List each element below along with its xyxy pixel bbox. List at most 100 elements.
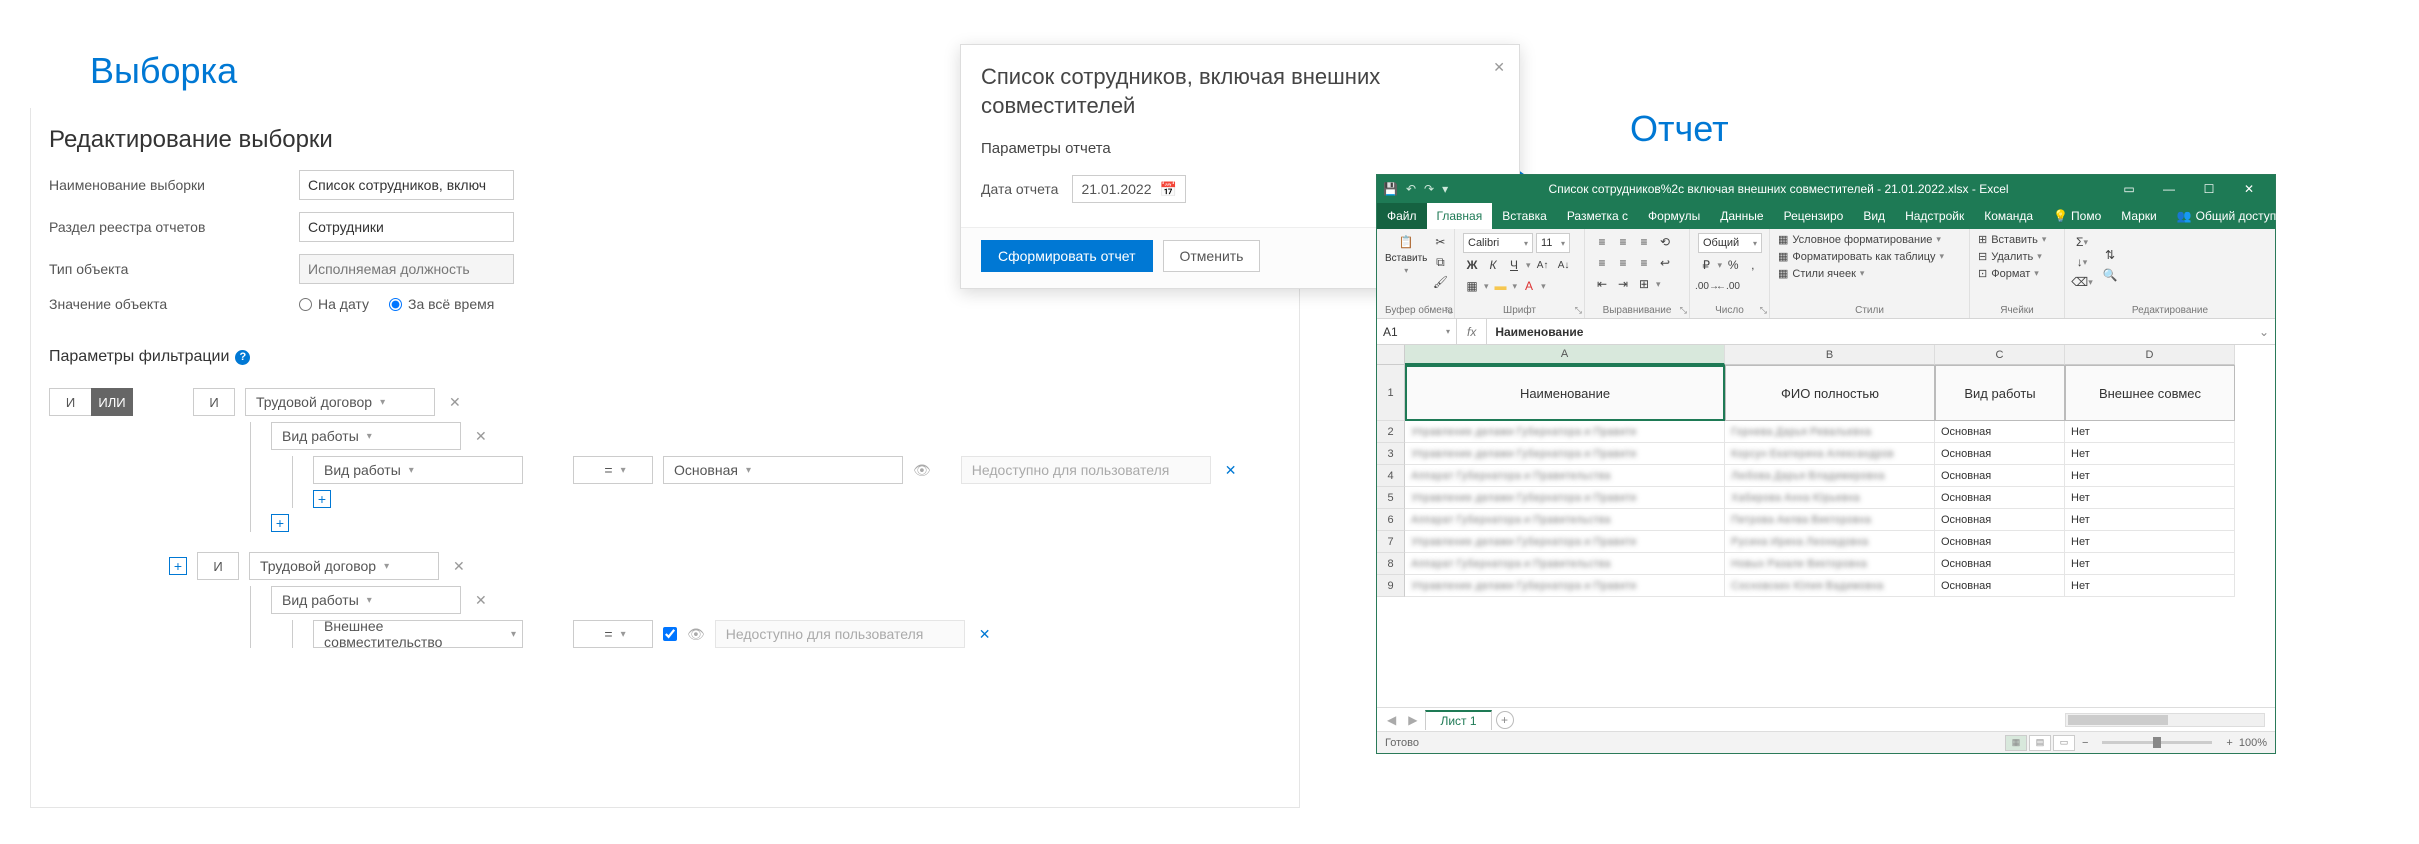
tab-insert[interactable]: Вставка bbox=[1492, 203, 1557, 229]
cell[interactable]: Основная bbox=[1935, 575, 2065, 597]
group1-and-button[interactable]: И bbox=[193, 388, 235, 416]
radio-all-time[interactable]: За всё время bbox=[389, 296, 494, 312]
g1-field1-dd[interactable]: Вид работы▾ bbox=[271, 422, 461, 450]
hdr-cell-ext[interactable]: Внешнее совмес bbox=[2065, 365, 2235, 421]
tab-share[interactable]: 👥Общий доступ bbox=[2167, 203, 2287, 229]
col-header-a[interactable]: A bbox=[1405, 345, 1725, 365]
font-size-dd[interactable]: 11▾ bbox=[1536, 233, 1570, 253]
cell[interactable]: Нет bbox=[2065, 443, 2235, 465]
align-top-icon[interactable]: ≡ bbox=[1593, 233, 1611, 251]
g1-add-field[interactable]: + bbox=[271, 514, 289, 532]
find-select-icon[interactable]: 🔍 bbox=[2101, 266, 2119, 284]
inc-dec-icon[interactable]: .00→ bbox=[1698, 277, 1716, 295]
name-box[interactable]: A1▾ bbox=[1377, 319, 1457, 344]
add-group[interactable]: + bbox=[169, 557, 187, 575]
format-painter-icon[interactable]: 🖌 bbox=[1431, 273, 1449, 291]
g2-cond-field-dd[interactable]: Внешнее совместительство▾ bbox=[313, 620, 523, 648]
col-header-b[interactable]: B bbox=[1725, 345, 1935, 365]
percent-icon[interactable]: % bbox=[1725, 256, 1741, 274]
g2-cond-checkbox[interactable] bbox=[663, 627, 677, 641]
radio-on-date[interactable]: На дату bbox=[299, 296, 369, 312]
zoom-in-button[interactable]: + bbox=[2220, 737, 2238, 749]
cell[interactable]: Петрова Аелва Викторовна bbox=[1725, 509, 1935, 531]
tab-addins[interactable]: Надстройк bbox=[1895, 203, 1974, 229]
autosum-icon[interactable]: Σ ▾ bbox=[2073, 233, 2091, 251]
col-header-d[interactable]: D bbox=[2065, 345, 2235, 365]
fx-icon[interactable]: fx bbox=[1457, 319, 1487, 344]
cell[interactable]: Управление делами Губернатора и Правите bbox=[1405, 421, 1725, 443]
minimize-icon[interactable]: — bbox=[2149, 175, 2189, 203]
cell[interactable]: Управление делами Губернатора и Правите bbox=[1405, 531, 1725, 553]
tab-home[interactable]: Главная bbox=[1427, 203, 1493, 229]
orientation-icon[interactable]: ⟲ bbox=[1656, 233, 1674, 251]
cell[interactable]: Основная bbox=[1935, 509, 2065, 531]
zoom-slider[interactable] bbox=[2102, 741, 2212, 744]
tab-signed-in[interactable]: Марки bbox=[2111, 203, 2166, 229]
row-header[interactable]: 5 bbox=[1377, 487, 1405, 509]
align-center-icon[interactable]: ≡ bbox=[1614, 254, 1632, 272]
modal-close-button[interactable]: ✕ bbox=[1493, 59, 1505, 76]
ribbon-opts-icon[interactable]: ▭ bbox=[2109, 175, 2149, 203]
cell-styles-button[interactable]: ▦ Стили ячеек ▾ bbox=[1778, 267, 1961, 280]
help-icon[interactable]: ? bbox=[235, 350, 250, 365]
indent-inc-icon[interactable]: ⇥ bbox=[1614, 275, 1632, 293]
tab-formulas[interactable]: Формулы bbox=[1638, 203, 1710, 229]
g2-cond-op-dd[interactable]: =▾ bbox=[573, 620, 653, 648]
redo-icon[interactable]: ↷ bbox=[1424, 182, 1434, 196]
cell[interactable]: Управление делами Губернатора и Правите bbox=[1405, 487, 1725, 509]
row-header[interactable]: 9 bbox=[1377, 575, 1405, 597]
cell[interactable]: Нет bbox=[2065, 421, 2235, 443]
wrap-icon[interactable]: ↩ bbox=[1656, 254, 1674, 272]
cell[interactable]: Основная bbox=[1935, 487, 2065, 509]
align-bot-icon[interactable]: ≡ bbox=[1635, 233, 1653, 251]
view-page-break-icon[interactable]: ▭ bbox=[2053, 735, 2075, 751]
sheet-nav-next[interactable]: ▶ bbox=[1404, 713, 1421, 727]
dec-dec-icon[interactable]: ←.00 bbox=[1719, 277, 1737, 295]
clear-icon[interactable]: ⌫ ▾ bbox=[2073, 273, 2091, 291]
paste-button[interactable]: 📋 Вставить ▾ bbox=[1385, 233, 1427, 275]
comma-icon[interactable]: , bbox=[1745, 256, 1761, 274]
hscroll[interactable] bbox=[2065, 713, 2265, 727]
cell[interactable]: Нет bbox=[2065, 531, 2235, 553]
font-color-icon[interactable]: A bbox=[1520, 277, 1538, 295]
cell[interactable]: Управление делами Губернатора и Правите bbox=[1405, 575, 1725, 597]
formula-expand-icon[interactable]: ⌄ bbox=[2253, 325, 2275, 339]
g1-add-cond[interactable]: + bbox=[313, 490, 331, 508]
hdr-cell-name[interactable]: Наименование bbox=[1405, 365, 1725, 421]
cell[interactable]: Хабирова Анна Юрьевна bbox=[1725, 487, 1935, 509]
number-format-dd[interactable]: Общий▾ bbox=[1698, 233, 1762, 253]
undo-icon[interactable]: ↶ bbox=[1406, 182, 1416, 196]
root-and-button[interactable]: И bbox=[49, 388, 91, 416]
g1-field1-remove[interactable]: ✕ bbox=[471, 428, 491, 445]
fill-color-icon[interactable]: ▬ bbox=[1492, 277, 1510, 295]
tab-team[interactable]: Команда bbox=[1974, 203, 2043, 229]
cell[interactable]: Любова Дарья Владимировна bbox=[1725, 465, 1935, 487]
align-right-icon[interactable]: ≡ bbox=[1635, 254, 1653, 272]
g2-cond-remove[interactable]: ✕ bbox=[975, 626, 995, 643]
sort-filter-icon[interactable]: ⇅ bbox=[2101, 246, 2119, 264]
row-header[interactable]: 2 bbox=[1377, 421, 1405, 443]
cell[interactable]: Аппарат Губернатора и Правительства bbox=[1405, 553, 1725, 575]
currency-icon[interactable]: ₽ bbox=[1698, 256, 1714, 274]
group2-source-dd[interactable]: Трудовой договор▾ bbox=[249, 552, 439, 580]
font-name-dd[interactable]: Calibri▾ bbox=[1463, 233, 1533, 253]
cell[interactable]: Нет bbox=[2065, 575, 2235, 597]
shrink-font-icon[interactable]: A↓ bbox=[1555, 256, 1573, 274]
group2-and-button[interactable]: И bbox=[197, 552, 239, 580]
g2-field1-dd[interactable]: Вид работы▾ bbox=[271, 586, 461, 614]
select-all-corner[interactable] bbox=[1377, 345, 1405, 365]
cell[interactable]: Аппарат Губернатора и Правительства bbox=[1405, 509, 1725, 531]
col-header-c[interactable]: C bbox=[1935, 345, 2065, 365]
grow-font-icon[interactable]: A↑ bbox=[1534, 256, 1552, 274]
root-or-button[interactable]: ИЛИ bbox=[91, 388, 133, 416]
close-icon[interactable]: ✕ bbox=[2229, 175, 2269, 203]
format-cells-button[interactable]: ⊡ Формат ▾ bbox=[1978, 267, 2056, 280]
cell[interactable]: Нет bbox=[2065, 553, 2235, 575]
cond-format-button[interactable]: ▦ Условное форматирование ▾ bbox=[1778, 233, 1961, 246]
tab-review[interactable]: Рецензиро bbox=[1774, 203, 1854, 229]
eye-off-icon[interactable]: 👁 bbox=[913, 462, 931, 479]
border-icon[interactable]: ▦ bbox=[1463, 277, 1481, 295]
zoom-out-button[interactable]: − bbox=[2076, 737, 2094, 749]
cut-icon[interactable]: ✂ bbox=[1431, 233, 1449, 251]
cell[interactable]: Корсун Екатерина Александров bbox=[1725, 443, 1935, 465]
